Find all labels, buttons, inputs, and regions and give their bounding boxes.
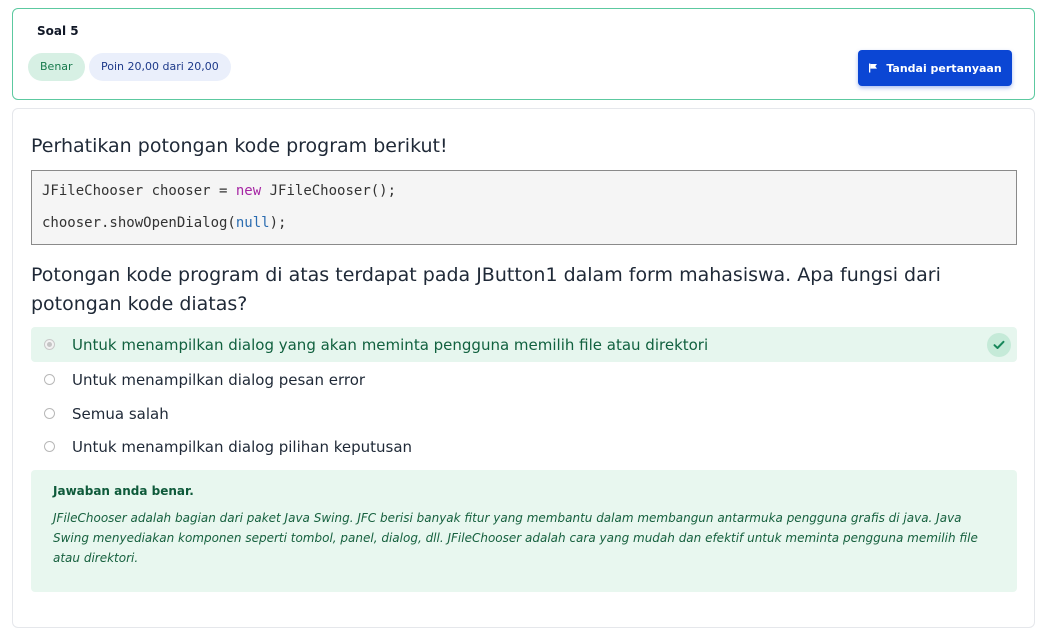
check-icon	[987, 333, 1011, 357]
code-line-2: chooser.showOpenDialog(null);	[42, 215, 287, 231]
feedback-title: Jawaban anda benar.	[53, 484, 194, 498]
question-header: Soal 5 Benar Poin 20,00 dari 20,00 Tanda…	[12, 8, 1035, 100]
radio-button[interactable]	[44, 339, 55, 350]
feedback-panel: Jawaban anda benar. JFileChooser adalah …	[31, 470, 1017, 592]
answer-option-2[interactable]: Untuk menampilkan dialog pesan error	[31, 362, 1017, 397]
radio-button[interactable]	[44, 441, 55, 452]
code-snippet: JFileChooser chooser = new JFileChooser(…	[31, 170, 1017, 245]
answer-option-3[interactable]: Semua salah	[31, 396, 1017, 431]
radio-button[interactable]	[44, 408, 55, 419]
code-line-1: JFileChooser chooser = new JFileChooser(…	[42, 183, 397, 199]
question-number: Soal 5	[37, 24, 79, 38]
answer-option-1[interactable]: Untuk menampilkan dialog yang akan memin…	[31, 327, 1017, 362]
answer-option-label: Semua salah	[72, 404, 169, 423]
question-prompt: Perhatikan potongan kode program berikut…	[31, 135, 448, 157]
feedback-text: JFileChooser adalah bagian dari paket Ja…	[53, 511, 978, 565]
flag-question-button[interactable]: Tandai pertanyaan	[858, 50, 1012, 86]
question-text: Potongan kode program di atas terdapat p…	[31, 264, 941, 315]
answer-option-4[interactable]: Untuk menampilkan dialog pilihan keputus…	[31, 429, 1017, 464]
points-badge: Poin 20,00 dari 20,00	[89, 53, 231, 81]
answer-option-label: Untuk menampilkan dialog pilihan keputus…	[72, 437, 413, 456]
flag-icon	[868, 63, 878, 73]
status-badge: Benar	[28, 53, 85, 81]
answer-option-label: Untuk menampilkan dialog pesan error	[72, 370, 366, 389]
answer-option-label: Untuk menampilkan dialog yang akan memin…	[72, 335, 709, 354]
flag-button-label: Tandai pertanyaan	[886, 61, 1002, 75]
radio-button[interactable]	[44, 374, 55, 385]
question-body: Perhatikan potongan kode program berikut…	[12, 108, 1035, 628]
